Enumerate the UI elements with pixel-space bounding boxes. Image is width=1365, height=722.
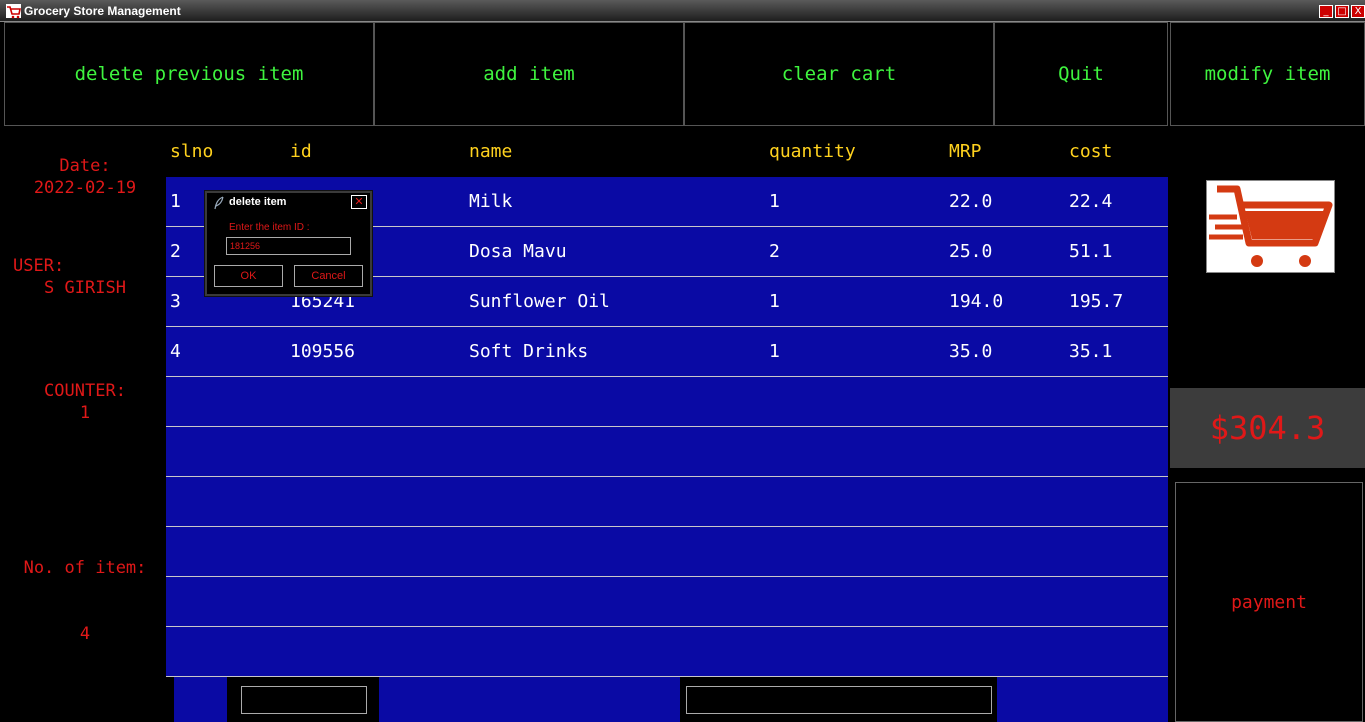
table-header bbox=[166, 127, 1168, 177]
cell-id: 109556 bbox=[290, 341, 356, 362]
dialog-prompt: Enter the item ID : bbox=[229, 222, 310, 233]
clear-cart-button[interactable]: clear cart bbox=[684, 22, 994, 126]
cell-slno: 1 bbox=[170, 191, 181, 212]
total-amount: $304.3 bbox=[1170, 388, 1365, 468]
counter-value: 1 bbox=[79, 403, 91, 423]
header-cost: cost bbox=[1069, 141, 1113, 162]
table-row-empty[interactable] bbox=[166, 527, 1168, 577]
cell-name: Soft Drinks bbox=[469, 341, 589, 362]
footer-input[interactable] bbox=[241, 686, 367, 714]
date-label: Date: bbox=[59, 156, 111, 176]
modify-item-button[interactable]: modify item bbox=[1170, 22, 1365, 126]
cell-quantity: 1 bbox=[769, 291, 780, 312]
cell-mrp: 194.0 bbox=[949, 291, 1004, 312]
header-id: id bbox=[290, 141, 312, 162]
quit-button[interactable]: Quit bbox=[994, 22, 1168, 126]
header-slno: slno bbox=[170, 141, 214, 162]
cell-quantity: 1 bbox=[769, 341, 780, 362]
dialog-close-button[interactable]: ✕ bbox=[351, 195, 367, 209]
item-count-label: No. of item: bbox=[23, 558, 147, 578]
table-row-empty[interactable] bbox=[166, 627, 1168, 677]
cell-slno: 3 bbox=[170, 291, 181, 312]
delete-previous-item-button[interactable]: delete previous item bbox=[4, 22, 374, 126]
header-name: name bbox=[469, 141, 513, 162]
footer-divider bbox=[166, 677, 174, 722]
cell-quantity: 1 bbox=[769, 191, 780, 212]
maximize-button[interactable]: □ bbox=[1335, 5, 1349, 18]
cell-cost: 35.1 bbox=[1069, 341, 1113, 362]
cell-mrp: 35.0 bbox=[949, 341, 993, 362]
dialog-title: delete item bbox=[229, 196, 287, 208]
table-row-empty[interactable] bbox=[166, 477, 1168, 527]
title-bar bbox=[0, 0, 1365, 22]
cancel-button[interactable]: Cancel bbox=[294, 265, 363, 287]
cell-cost: 51.1 bbox=[1069, 241, 1113, 262]
feather-icon bbox=[213, 195, 225, 210]
ok-button[interactable]: OK bbox=[214, 265, 283, 287]
header-quantity: quantity bbox=[769, 141, 856, 162]
payment-button[interactable]: payment bbox=[1175, 482, 1363, 722]
cell-mrp: 22.0 bbox=[949, 191, 993, 212]
add-item-button[interactable]: add item bbox=[374, 22, 684, 126]
footer-input[interactable] bbox=[686, 686, 992, 714]
table-row-empty[interactable] bbox=[166, 427, 1168, 477]
cell-name: Sunflower Oil bbox=[469, 291, 610, 312]
shopping-cart-icon bbox=[1206, 180, 1335, 273]
user-label: USER: bbox=[13, 256, 65, 276]
minimize-button[interactable]: _ bbox=[1319, 5, 1333, 18]
window-title: Grocery Store Management bbox=[24, 4, 181, 18]
cell-mrp: 25.0 bbox=[949, 241, 993, 262]
cell-cost: 195.7 bbox=[1069, 291, 1124, 312]
cell-name: Milk bbox=[469, 191, 513, 212]
cell-slno: 4 bbox=[170, 341, 181, 362]
app-cart-icon bbox=[6, 4, 21, 19]
date-value: 2022-02-19 bbox=[33, 178, 137, 198]
table-row-empty[interactable] bbox=[166, 577, 1168, 627]
cell-name: Dosa Mavu bbox=[469, 241, 567, 262]
cell-slno: 2 bbox=[170, 241, 181, 262]
cell-quantity: 2 bbox=[769, 241, 780, 262]
user-value: S GIRISH bbox=[44, 278, 126, 298]
counter-label: COUNTER: bbox=[44, 381, 126, 401]
close-window-button[interactable]: X bbox=[1351, 5, 1365, 18]
cell-cost: 22.4 bbox=[1069, 191, 1113, 212]
table-row-empty[interactable] bbox=[166, 377, 1168, 427]
item-id-input[interactable]: 181256 bbox=[226, 237, 351, 255]
item-count-value: 4 bbox=[79, 624, 91, 644]
header-mrp: MRP bbox=[949, 141, 982, 162]
